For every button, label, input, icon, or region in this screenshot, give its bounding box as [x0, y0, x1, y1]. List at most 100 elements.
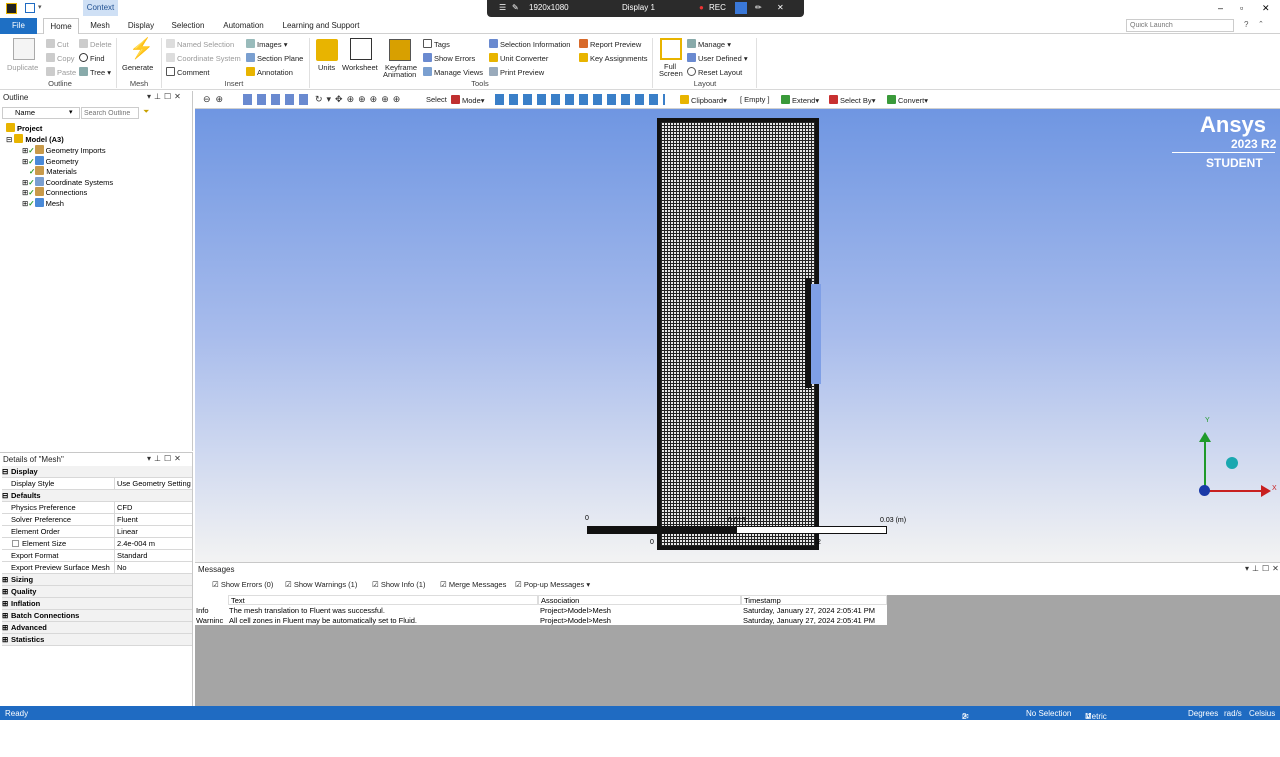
manage-views-button[interactable]: Manage Views: [423, 67, 483, 77]
popup-messages-filter[interactable]: ☑ Pop-up Messages ▾: [515, 580, 590, 589]
tab-home[interactable]: Home: [43, 18, 79, 34]
close-button[interactable]: ✕: [1262, 3, 1270, 14]
selection-filter-icons[interactable]: [495, 94, 665, 105]
tree-item-project[interactable]: Project: [6, 123, 42, 133]
duplicate-icon[interactable]: [13, 38, 35, 60]
section-batch-connections[interactable]: ⊞ Batch Connections: [2, 610, 192, 622]
tree-item-geometry[interactable]: ⊞✓ Geometry: [22, 156, 79, 166]
rec-label[interactable]: REC: [709, 3, 726, 12]
full-screen-icon[interactable]: [660, 38, 682, 60]
named-selection-button[interactable]: Named Selection: [166, 39, 234, 49]
extend-button[interactable]: Extend▾: [781, 95, 819, 105]
section-display[interactable]: ⊟ Display: [2, 466, 192, 478]
detail-row[interactable]: Display Style Use Geometry Setting: [2, 478, 192, 490]
worksheet-icon[interactable]: [350, 38, 372, 60]
checkbox-icon[interactable]: ☑: [212, 580, 219, 589]
message-association[interactable]: Project>Model>Mesh: [540, 606, 611, 616]
show-errors-button[interactable]: Show Errors: [423, 53, 475, 63]
detail-row[interactable]: Element Order Linear: [2, 526, 192, 538]
user-defined-button[interactable]: User Defined ▾: [687, 53, 748, 63]
tree-item-mesh[interactable]: ⊞✓ Mesh: [22, 198, 64, 208]
comment-button[interactable]: Comment: [166, 67, 210, 77]
tab-mesh[interactable]: Mesh: [84, 18, 116, 34]
select-by-button[interactable]: Select By▾: [829, 95, 875, 105]
animation-label[interactable]: Animation: [383, 70, 416, 79]
tab-learning-support[interactable]: Learning and Support: [277, 18, 365, 34]
detail-row[interactable]: Physics Preference CFD: [2, 502, 192, 514]
section-statistics[interactable]: ⊞ Statistics: [2, 634, 192, 646]
unit-converter-button[interactable]: Unit Converter: [489, 53, 548, 63]
graphics-viewport[interactable]: Ansys 2023 R2 STUDENT 0 0.03 (m) 0.015 0…: [195, 109, 1280, 562]
show-info-filter[interactable]: ☑ Show Info (1): [372, 580, 425, 589]
tab-file[interactable]: File: [0, 18, 37, 34]
find-button[interactable]: Find: [79, 53, 105, 63]
worksheet-button[interactable]: Worksheet: [342, 63, 378, 72]
filter-icon[interactable]: ⏷: [143, 107, 149, 117]
show-errors-filter[interactable]: ☑ Show Errors (0): [212, 580, 273, 589]
camera-icon[interactable]: [735, 2, 747, 14]
messages-pane-controls[interactable]: ▾⊥☐✕: [1245, 564, 1280, 573]
section-inflation[interactable]: ⊞ Inflation: [2, 598, 192, 610]
detail-row[interactable]: Export Format Standard: [2, 550, 192, 562]
message-text[interactable]: The mesh translation to Fluent was succe…: [229, 606, 385, 616]
minimize-button[interactable]: –: [1218, 3, 1223, 13]
help-button[interactable]: ?: [1244, 20, 1248, 29]
clipboard-button[interactable]: Clipboard▾: [680, 95, 727, 105]
checkbox-icon[interactable]: ☑: [440, 580, 447, 589]
select-label[interactable]: Select: [426, 95, 447, 104]
section-plane-button[interactable]: Section Plane: [246, 53, 303, 63]
generate-lightning-icon[interactable]: ⚡: [129, 38, 154, 60]
celsius-status[interactable]: Celsius: [1249, 709, 1275, 718]
checkbox-icon[interactable]: ☑: [372, 580, 379, 589]
screen-label[interactable]: Screen: [659, 69, 683, 78]
units-button[interactable]: Units: [318, 63, 335, 72]
tree-item-coordinate-systems[interactable]: ⊞✓ Coordinate Systems: [22, 177, 113, 187]
images-button[interactable]: Images ▾: [246, 39, 287, 49]
tab-selection[interactable]: Selection: [166, 18, 210, 34]
pin-icon[interactable]: ✎: [512, 3, 519, 12]
keyframe-animation-icon[interactable]: [389, 39, 411, 61]
tags-button[interactable]: Tags: [423, 39, 450, 49]
units-icon[interactable]: [316, 39, 338, 61]
degrees-status[interactable]: Degrees: [1188, 709, 1218, 718]
reset-layout-button[interactable]: Reset Layout: [687, 67, 742, 77]
manage-button[interactable]: Manage ▾: [687, 39, 731, 49]
print-preview-button[interactable]: Print Preview: [489, 67, 544, 77]
tree-item-connections[interactable]: ⊞✓ Connections: [22, 187, 87, 197]
message-association[interactable]: Project>Model>Mesh: [540, 616, 611, 626]
detail-row[interactable]: Solver Preference Fluent: [2, 514, 192, 526]
detail-row[interactable]: Export Preview Surface Mesh No: [2, 562, 192, 574]
section-sizing[interactable]: ⊞ Sizing: [2, 574, 192, 586]
paste-button[interactable]: Paste: [46, 67, 76, 77]
quick-access-dropdown-icon[interactable]: ▾: [38, 3, 42, 11]
outline-search-input[interactable]: [81, 107, 139, 119]
tree-item-materials[interactable]: ✓ Materials: [29, 166, 77, 176]
element-size-checkbox[interactable]: [12, 540, 19, 547]
rads-status[interactable]: rad/s: [1224, 709, 1242, 718]
selection-information-button[interactable]: Selection Information: [489, 39, 570, 49]
key-assignments-button[interactable]: Key Assignments: [579, 53, 648, 63]
column-header-timestamp[interactable]: Timestamp: [741, 595, 887, 605]
name-dropdown-icon[interactable]: ▾: [69, 108, 73, 116]
save-icon[interactable]: [25, 3, 35, 13]
view-tools-icons[interactable]: [243, 94, 313, 105]
zoom-tools-icons[interactable]: ⊖⊕: [203, 94, 228, 105]
tree-item-model[interactable]: ⊟ Model (A3): [6, 134, 64, 144]
quick-launch-input[interactable]: [1126, 19, 1234, 32]
menu-icon[interactable]: ☰: [499, 3, 506, 12]
section-advanced[interactable]: ⊞ Advanced: [2, 622, 192, 634]
generate-button[interactable]: Generate: [122, 63, 153, 72]
checkbox-icon[interactable]: ☑: [515, 580, 522, 589]
merge-messages-filter[interactable]: ☑ Merge Messages: [440, 580, 506, 589]
section-defaults[interactable]: ⊟ Defaults: [2, 490, 192, 502]
delete-button[interactable]: Delete: [79, 39, 112, 49]
message-text[interactable]: All cell zones in Fluent may be automati…: [229, 616, 417, 626]
restore-button[interactable]: ▫: [1240, 3, 1243, 13]
tree-item-geometry-imports[interactable]: ⊞✓ Geometry Imports: [22, 145, 106, 155]
rotate-pan-zoom-icons[interactable]: ↻▾✥⊕⊕⊕⊕⊕: [315, 94, 404, 105]
tab-automation[interactable]: Automation: [216, 18, 271, 34]
tab-display[interactable]: Display: [122, 18, 160, 34]
annotation-button[interactable]: Annotation: [246, 67, 293, 77]
close-recording-icon[interactable]: ✕: [777, 3, 784, 12]
section-quality[interactable]: ⊞ Quality: [2, 586, 192, 598]
